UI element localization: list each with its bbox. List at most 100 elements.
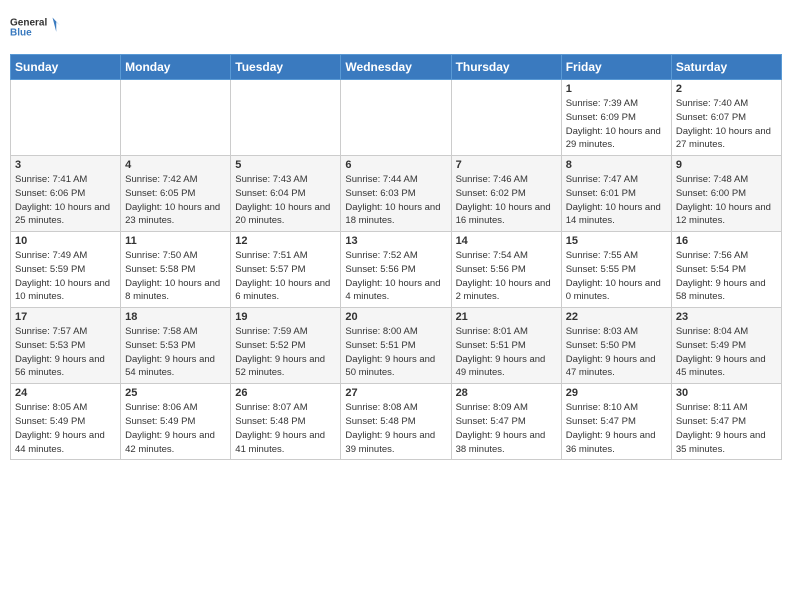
day-info: Sunrise: 8:00 AM Sunset: 5:51 PM Dayligh… [345,325,446,380]
day-cell: 14Sunrise: 7:54 AM Sunset: 5:56 PM Dayli… [451,232,561,308]
day-number: 12 [235,235,336,247]
day-info: Sunrise: 8:03 AM Sunset: 5:50 PM Dayligh… [566,325,667,380]
day-number: 30 [676,387,777,399]
day-cell: 28 Sunrise: 8:09 AM Sunset: 5:47 PM Dayli… [451,384,561,460]
weekday-header-wednesday: Wednesday [341,55,451,80]
day-cell: 22 Sunrise: 8:03 AM Sunset: 5:50 PM Dayli… [561,308,671,384]
day-info: Sunrise: 7:51 AM Sunset: 5:57 PM Dayligh… [235,249,336,304]
day-info: Sunrise: 7:55 AM Sunset: 5:55 PM Dayligh… [566,249,667,304]
day-number: 2 [676,83,777,95]
day-cell [341,80,451,156]
page-header: General Blue [10,10,782,50]
day-cell [231,80,341,156]
day-cell [11,80,121,156]
logo-svg: General Blue [10,10,60,50]
day-info: Sunrise: 7:52 AM Sunset: 5:56 PM Dayligh… [345,249,446,304]
day-number: 13 [345,235,446,247]
day-info: Sunrise: 8:04 AM Sunset: 5:49 PM Dayligh… [676,325,777,380]
day-number: 29 [566,387,667,399]
day-number: 18 [125,311,226,323]
day-info: Sunrise: 7:50 AM Sunset: 5:58 PM Dayligh… [125,249,226,304]
day-cell: 29 Sunrise: 8:10 AM Sunset: 5:47 PM Dayli… [561,384,671,460]
day-number: 4 [125,159,226,171]
day-info: Sunrise: 7:48 AM Sunset: 6:00 PM Dayligh… [676,173,777,228]
day-number: 28 [456,387,557,399]
day-cell: 17 Sunrise: 7:57 AM Sunset: 5:53 PM Dayli… [11,308,121,384]
day-cell: 6 Sunrise: 7:44 AM Sunset: 6:03 PM Daylig… [341,156,451,232]
day-cell: 19 Sunrise: 7:59 AM Sunset: 5:52 PM Dayli… [231,308,341,384]
day-info: Sunrise: 8:09 AM Sunset: 5:47 PM Dayligh… [456,401,557,456]
logo: General Blue [10,10,60,50]
day-info: Sunrise: 7:40 AM Sunset: 6:07 PM Dayligh… [676,97,777,152]
day-info: Sunrise: 8:05 AM Sunset: 5:49 PM Dayligh… [15,401,116,456]
day-cell [121,80,231,156]
day-info: Sunrise: 7:39 AM Sunset: 6:09 PM Dayligh… [566,97,667,152]
svg-text:General: General [10,18,47,29]
weekday-header-saturday: Saturday [671,55,781,80]
day-cell: 12 Sunrise: 7:51 AM Sunset: 5:57 PM Dayli… [231,232,341,308]
day-info: Sunrise: 7:57 AM Sunset: 5:53 PM Dayligh… [15,325,116,380]
week-row-4: 17 Sunrise: 7:57 AM Sunset: 5:53 PM Dayli… [11,308,782,384]
day-number: 26 [235,387,336,399]
day-number: 15 [566,235,667,247]
day-info: Sunrise: 7:49 AM Sunset: 5:59 PM Dayligh… [15,249,116,304]
day-number: 14 [456,235,557,247]
week-row-3: 10Sunrise: 7:49 AM Sunset: 5:59 PM Dayli… [11,232,782,308]
day-cell: 24 Sunrise: 8:05 AM Sunset: 5:49 PM Dayli… [11,384,121,460]
day-number: 6 [345,159,446,171]
day-info: Sunrise: 7:41 AM Sunset: 6:06 PM Dayligh… [15,173,116,228]
day-number: 9 [676,159,777,171]
day-info: Sunrise: 8:07 AM Sunset: 5:48 PM Dayligh… [235,401,336,456]
day-number: 19 [235,311,336,323]
day-info: Sunrise: 8:10 AM Sunset: 5:47 PM Dayligh… [566,401,667,456]
day-cell: 8 Sunrise: 7:47 AM Sunset: 6:01 PM Daylig… [561,156,671,232]
day-info: Sunrise: 7:56 AM Sunset: 5:54 PM Dayligh… [676,249,777,304]
weekday-header-tuesday: Tuesday [231,55,341,80]
day-number: 16 [676,235,777,247]
day-info: Sunrise: 8:06 AM Sunset: 5:49 PM Dayligh… [125,401,226,456]
day-info: Sunrise: 7:59 AM Sunset: 5:52 PM Dayligh… [235,325,336,380]
day-number: 23 [676,311,777,323]
week-row-1: 1 Sunrise: 7:39 AM Sunset: 6:09 PM Daylig… [11,80,782,156]
day-cell: 13 Sunrise: 7:52 AM Sunset: 5:56 PM Dayli… [341,232,451,308]
day-cell: 18 Sunrise: 7:58 AM Sunset: 5:53 PM Dayli… [121,308,231,384]
day-cell: 16 Sunrise: 7:56 AM Sunset: 5:54 PM Dayli… [671,232,781,308]
day-number: 22 [566,311,667,323]
day-cell: 25 Sunrise: 8:06 AM Sunset: 5:49 PM Dayli… [121,384,231,460]
day-number: 17 [15,311,116,323]
day-cell: 27 Sunrise: 8:08 AM Sunset: 5:48 PM Dayli… [341,384,451,460]
day-cell: 20 Sunrise: 8:00 AM Sunset: 5:51 PM Dayli… [341,308,451,384]
day-cell: 30 Sunrise: 8:11 AM Sunset: 5:47 PM Dayli… [671,384,781,460]
weekday-header-thursday: Thursday [451,55,561,80]
day-number: 1 [566,83,667,95]
day-info: Sunrise: 7:44 AM Sunset: 6:03 PM Dayligh… [345,173,446,228]
day-cell: 21Sunrise: 8:01 AM Sunset: 5:51 PM Dayli… [451,308,561,384]
day-info: Sunrise: 8:08 AM Sunset: 5:48 PM Dayligh… [345,401,446,456]
day-number: 25 [125,387,226,399]
day-cell: 26 Sunrise: 8:07 AM Sunset: 5:48 PM Dayli… [231,384,341,460]
day-number: 27 [345,387,446,399]
day-info: Sunrise: 7:58 AM Sunset: 5:53 PM Dayligh… [125,325,226,380]
day-number: 3 [15,159,116,171]
weekday-header-row: SundayMondayTuesdayWednesdayThursdayFrid… [11,55,782,80]
day-number: 24 [15,387,116,399]
week-row-2: 3 Sunrise: 7:41 AM Sunset: 6:06 PM Daylig… [11,156,782,232]
day-number: 20 [345,311,446,323]
day-number: 8 [566,159,667,171]
day-cell [451,80,561,156]
week-row-5: 24 Sunrise: 8:05 AM Sunset: 5:49 PM Dayli… [11,384,782,460]
day-cell: 23 Sunrise: 8:04 AM Sunset: 5:49 PM Dayli… [671,308,781,384]
calendar-table: SundayMondayTuesdayWednesdayThursdayFrid… [10,54,782,460]
svg-text:Blue: Blue [10,28,32,39]
day-info: Sunrise: 7:47 AM Sunset: 6:01 PM Dayligh… [566,173,667,228]
day-info: Sunrise: 7:43 AM Sunset: 6:04 PM Dayligh… [235,173,336,228]
day-info: Sunrise: 8:11 AM Sunset: 5:47 PM Dayligh… [676,401,777,456]
day-cell: 2 Sunrise: 7:40 AM Sunset: 6:07 PM Daylig… [671,80,781,156]
day-number: 11 [125,235,226,247]
day-info: Sunrise: 7:46 AM Sunset: 6:02 PM Dayligh… [456,173,557,228]
day-info: Sunrise: 8:01 AM Sunset: 5:51 PM Dayligh… [456,325,557,380]
day-cell: 10Sunrise: 7:49 AM Sunset: 5:59 PM Dayli… [11,232,121,308]
day-number: 7 [456,159,557,171]
day-cell: 9 Sunrise: 7:48 AM Sunset: 6:00 PM Daylig… [671,156,781,232]
day-cell: 15 Sunrise: 7:55 AM Sunset: 5:55 PM Dayli… [561,232,671,308]
